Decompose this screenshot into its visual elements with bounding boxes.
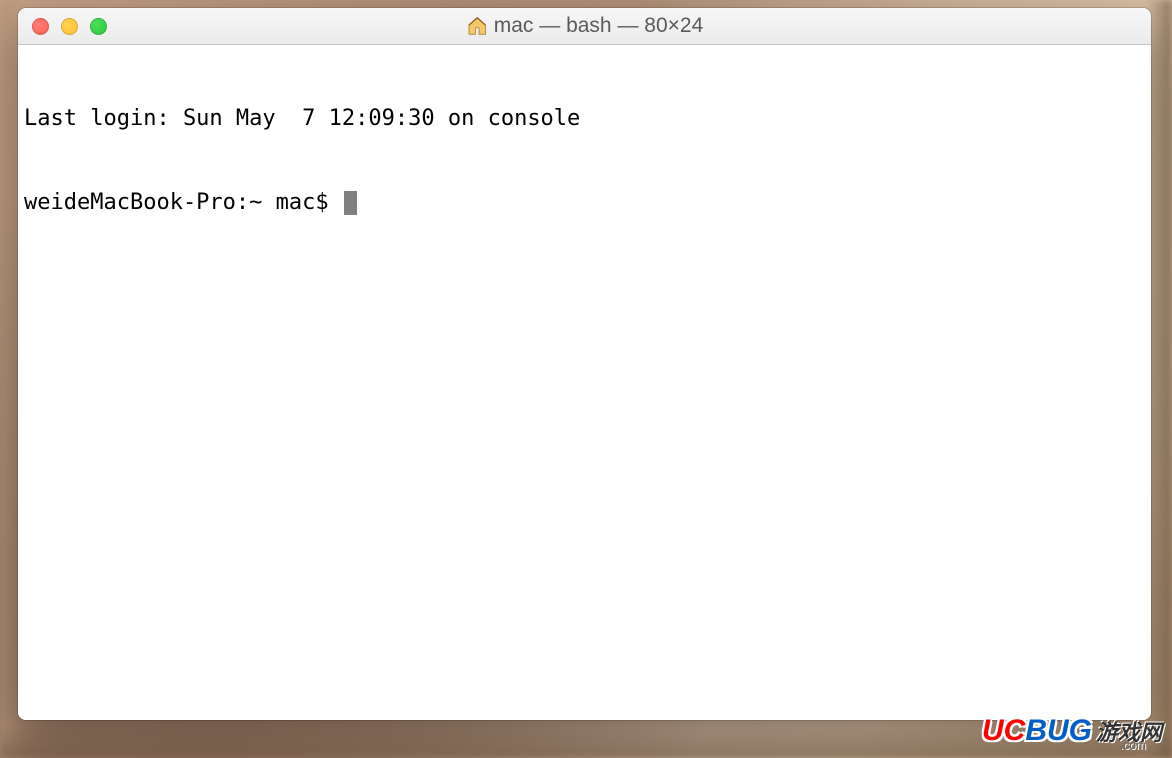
prompt-line: weideMacBook-Pro:~ mac$ [24,189,1145,217]
minimize-button[interactable] [61,18,78,35]
terminal-window: mac — bash — 80×24 Last login: Sun May 7… [18,8,1151,720]
watermark: UCBUG 游戏网 .com [982,714,1162,748]
terminal-content[interactable]: Last login: Sun May 7 12:09:30 on consol… [18,45,1151,720]
watermark-uc: UC [982,714,1025,748]
window-titlebar[interactable]: mac — bash — 80×24 [18,8,1151,45]
close-button[interactable] [32,18,49,35]
watermark-sub: .com [1120,738,1146,752]
last-login-line: Last login: Sun May 7 12:09:30 on consol… [24,105,1145,133]
watermark-bug: BUG [1025,714,1092,748]
shell-prompt: weideMacBook-Pro:~ mac$ [24,189,342,217]
zoom-button[interactable] [90,18,107,35]
traffic-lights [18,18,107,35]
cursor [344,191,357,215]
home-icon [466,15,488,37]
window-title-text: mac — bash — 80×24 [494,14,704,38]
window-title: mac — bash — 80×24 [466,14,704,38]
